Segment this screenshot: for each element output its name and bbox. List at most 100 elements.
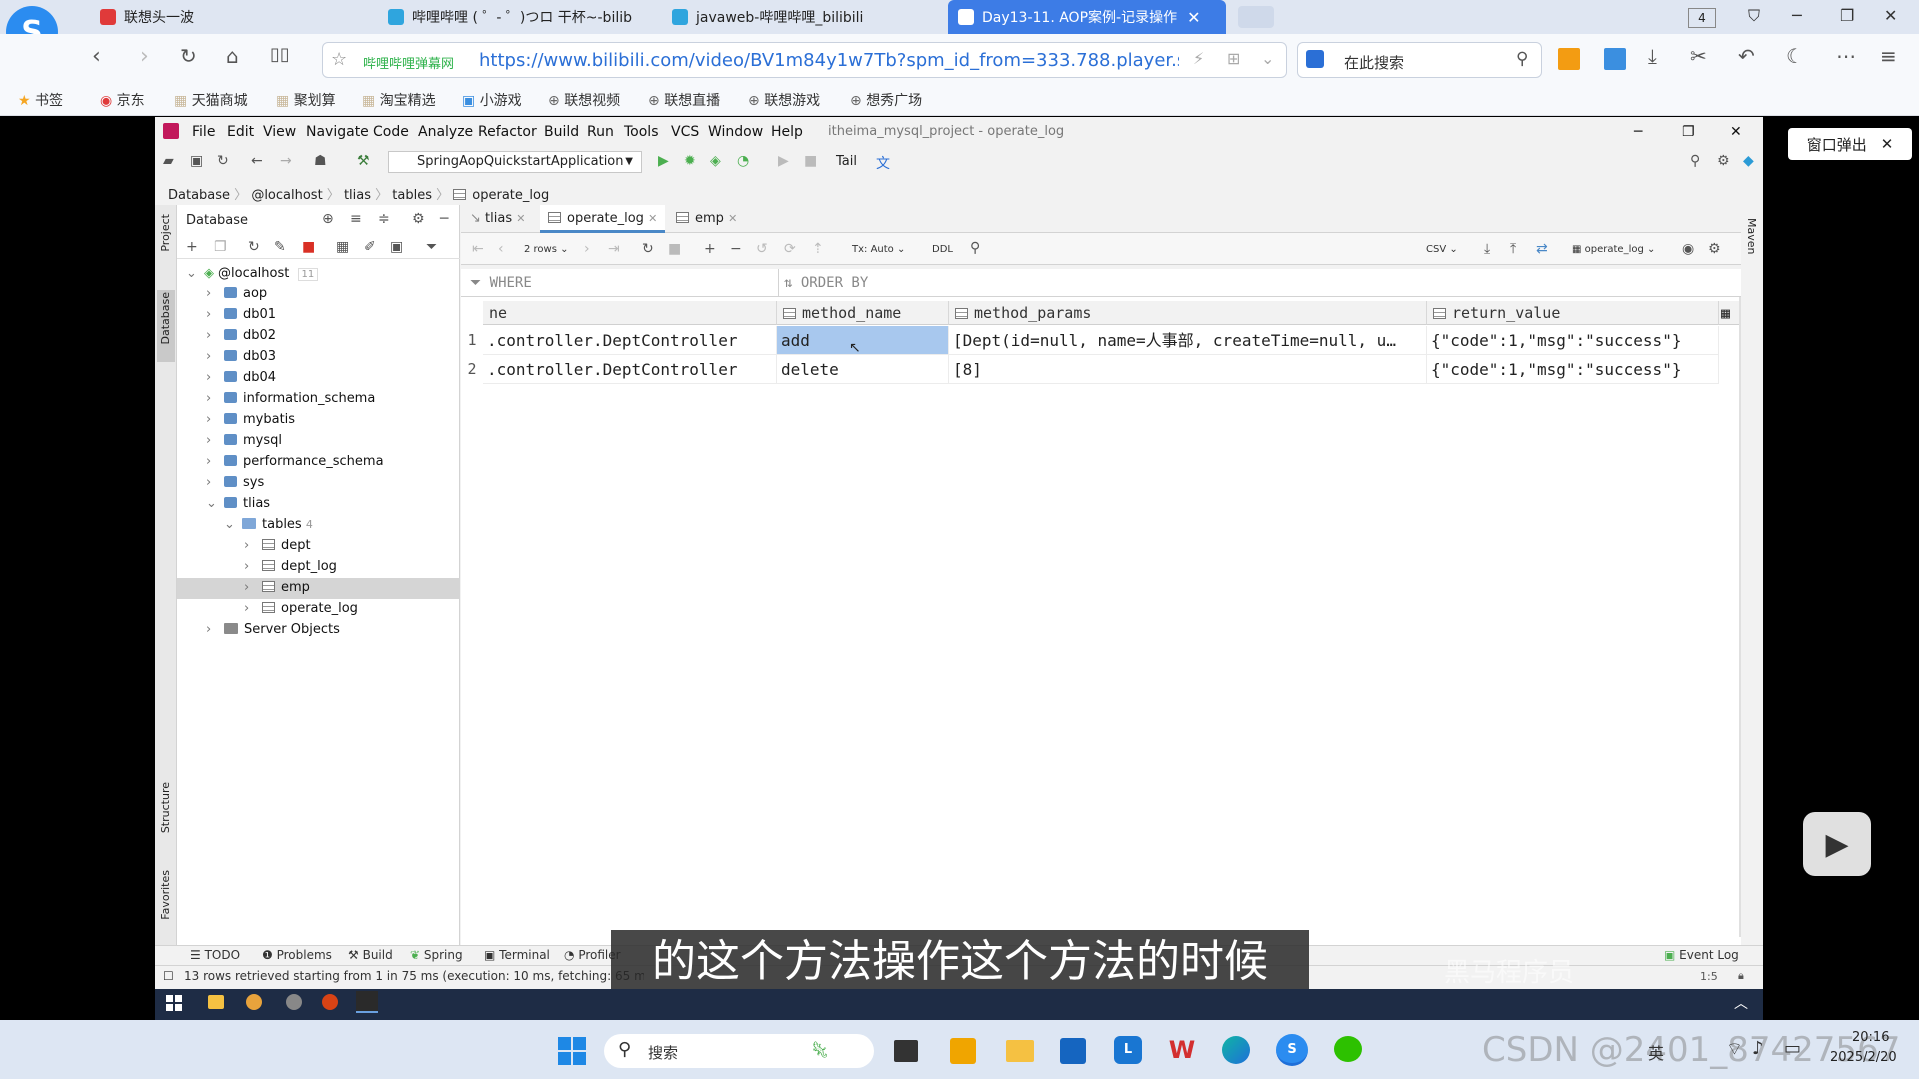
run-config-selector[interactable]: SpringAopQuickstartApplication ▼ <box>388 151 642 173</box>
close-icon[interactable]: ✕ <box>648 212 657 225</box>
bookmark-star[interactable]: ★ 书签 <box>18 90 63 110</box>
editor-tab-emp[interactable]: emp ✕ <box>676 211 737 226</box>
table-cell[interactable]: [8] <box>949 355 1427 384</box>
editor-tab-operate-log[interactable]: operate_log ✕ <box>548 211 657 226</box>
table-selector[interactable]: ▦ operate_log ⌄ <box>1572 244 1655 255</box>
menu-run[interactable]: Run <box>587 124 614 140</box>
menu-view[interactable]: View <box>263 124 296 140</box>
tree-db-db02[interactable]: › db02 <box>206 328 276 343</box>
breadcrumb-item[interactable]: tables <box>392 188 432 203</box>
menu-icon[interactable]: ≡ <box>1880 44 1897 68</box>
browser-tab-2[interactable]: 哔哩哔哩 ( ゜- ゜)つロ 干杯~-bilib <box>378 0 638 34</box>
column-header-class[interactable]: ne <box>483 301 777 325</box>
ide-close-icon[interactable]: ✕ <box>1730 124 1742 140</box>
app-icon[interactable] <box>286 994 302 1010</box>
breadcrumb-item[interactable]: tlias <box>344 188 371 203</box>
tree-db-tlias[interactable]: ⌄ tlias <box>206 496 270 511</box>
powerpoint-icon[interactable] <box>322 994 338 1010</box>
back-icon[interactable]: ‹ <box>92 44 101 69</box>
url-text[interactable]: https://www.bilibili.com/video/BV1m84y1w… <box>479 50 1179 71</box>
settings-icon[interactable]: ⚙ <box>412 211 425 227</box>
edit-icon[interactable]: ✐ <box>364 239 376 255</box>
tree-server-objects[interactable]: › Server Objects <box>206 622 340 637</box>
menu-refactor[interactable]: Refactor <box>478 124 537 140</box>
bookmark-tmall[interactable]: ▦ 天猫商城 <box>174 90 248 110</box>
tab-count-badge[interactable]: 4 <box>1688 8 1716 28</box>
table-cell[interactable]: {"code":1,"msg":"success"} <box>1427 326 1719 355</box>
chevron-down-icon[interactable]: ⌄ <box>1261 49 1274 68</box>
refresh-icon[interactable]: ↻ <box>248 239 260 255</box>
next-page-icon[interactable]: › <box>584 241 590 257</box>
extension-icon[interactable] <box>1558 48 1580 70</box>
open-folder-icon[interactable]: ▰ <box>163 153 174 169</box>
collapse-all-icon[interactable]: ≑ <box>378 211 390 227</box>
popout-window-button[interactable]: 窗口弹出 ✕ <box>1788 128 1912 160</box>
close-icon[interactable]: ✕ <box>516 212 525 225</box>
refresh-icon[interactable]: ↻ <box>642 241 654 257</box>
add-icon[interactable]: + <box>186 239 198 255</box>
browser-tab-3[interactable]: javaweb-哔哩哔哩_bilibili <box>662 0 932 34</box>
tree-table-dept-log[interactable]: › dept_log <box>244 559 337 574</box>
sync-icon[interactable]: ↻ <box>217 153 229 169</box>
tool-problems[interactable]: ❶ Problems <box>262 948 332 962</box>
search-icon[interactable]: ⚲ <box>970 240 980 256</box>
where-filter[interactable]: ⏷ WHERE <box>470 275 532 291</box>
translate-icon[interactable]: 文 <box>876 153 890 173</box>
windows-start-icon[interactable] <box>558 1037 586 1065</box>
download-icon[interactable]: ⤓ <box>1648 44 1657 68</box>
lenovo-browser-icon[interactable]: S <box>1276 1034 1308 1066</box>
import-icon[interactable]: ⤒ <box>1510 241 1516 257</box>
ddl-button[interactable]: DDL <box>932 244 953 255</box>
tree-db-mysql[interactable]: › mysql <box>206 433 282 448</box>
export-format-selector[interactable]: CSV ⌄ <box>1426 244 1458 255</box>
send-icon[interactable] <box>1604 48 1626 70</box>
bilibili-tv-icon[interactable]: ▶ <box>1803 812 1871 876</box>
menu-code[interactable]: Code <box>373 124 409 140</box>
reader-icon[interactable]: ▯▯ <box>270 44 290 65</box>
tree-db-db04[interactable]: › db04 <box>206 370 276 385</box>
taskbar-search[interactable]: ⚲ 搜索 🦎︎ <box>604 1034 874 1068</box>
bookmark-lenovo-games[interactable]: ⊕ 联想游戏 <box>748 90 820 110</box>
search-icon[interactable]: ⚲ <box>1690 153 1700 169</box>
tx-mode-selector[interactable]: Tx: Auto ⌄ <box>852 244 905 255</box>
tree-table-emp[interactable]: › emp <box>244 580 310 595</box>
grid-icon[interactable]: ⊞ <box>1227 49 1240 68</box>
revert-icon[interactable]: ↺ <box>756 241 768 257</box>
bookmark-xiangxiu[interactable]: ⊕ 想秀广场 <box>850 90 922 110</box>
compare-icon[interactable]: ⇄ <box>1536 241 1548 257</box>
bookmark-taobao[interactable]: ▦ 淘宝精选 <box>362 90 436 110</box>
console-icon[interactable]: ▣ <box>390 239 403 255</box>
scissors-icon[interactable]: ✂ <box>1690 44 1707 68</box>
tree-db-mybatis[interactable]: › mybatis <box>206 412 295 427</box>
resume-icon[interactable]: ▶ <box>778 153 789 169</box>
close-window-icon[interactable]: ✕ <box>1884 6 1897 25</box>
tree-tables-folder[interactable]: ⌄ tables 4 <box>224 517 313 532</box>
lock-icon[interactable]: 🔒︎ <box>1738 969 1744 983</box>
tool-database[interactable]: Database <box>159 292 172 345</box>
wifi-icon[interactable]: ⌔ <box>1726 1038 1743 1061</box>
shirt-icon[interactable]: ⛉ <box>1748 6 1760 26</box>
tool-todo[interactable]: ☰ TODO <box>190 948 240 962</box>
star-icon[interactable]: ☆ <box>331 49 347 70</box>
settings-icon[interactable]: ⚙ <box>1717 153 1730 169</box>
submit-icon[interactable]: ⇡ <box>812 241 824 257</box>
restore-icon[interactable]: ❐ <box>1840 6 1854 25</box>
tail-button[interactable]: Tail <box>836 154 857 169</box>
tool-spring[interactable]: ❦ Spring <box>410 948 463 962</box>
home-icon[interactable]: ⌂ <box>226 44 239 68</box>
table-cell[interactable]: {"code":1,"msg":"success"} <box>1427 355 1719 384</box>
table-view-icon[interactable]: ▦ <box>336 239 349 255</box>
search-box[interactable]: 在此搜索 ⚲ <box>1297 42 1542 78</box>
tree-db-performance-schema[interactable]: › performance_schema <box>206 454 384 469</box>
task-view-icon[interactable] <box>894 1040 918 1062</box>
column-header-return-value[interactable]: return_value <box>1427 301 1719 325</box>
target-icon[interactable]: ⊕ <box>322 211 334 227</box>
moon-icon[interactable]: ☾ <box>1786 44 1804 68</box>
menu-build[interactable]: Build <box>544 124 579 140</box>
bookmark-juhuasuan[interactable]: ▦ 聚划算 <box>276 90 336 110</box>
ime-indicator[interactable]: 英 <box>1648 1040 1664 1064</box>
tree-table-dept[interactable]: › dept <box>244 538 311 553</box>
edge-icon[interactable] <box>1222 1036 1250 1064</box>
search-engine-icon[interactable] <box>1306 50 1324 68</box>
chevron-up-icon[interactable]: ︿ <box>1734 993 1748 1013</box>
